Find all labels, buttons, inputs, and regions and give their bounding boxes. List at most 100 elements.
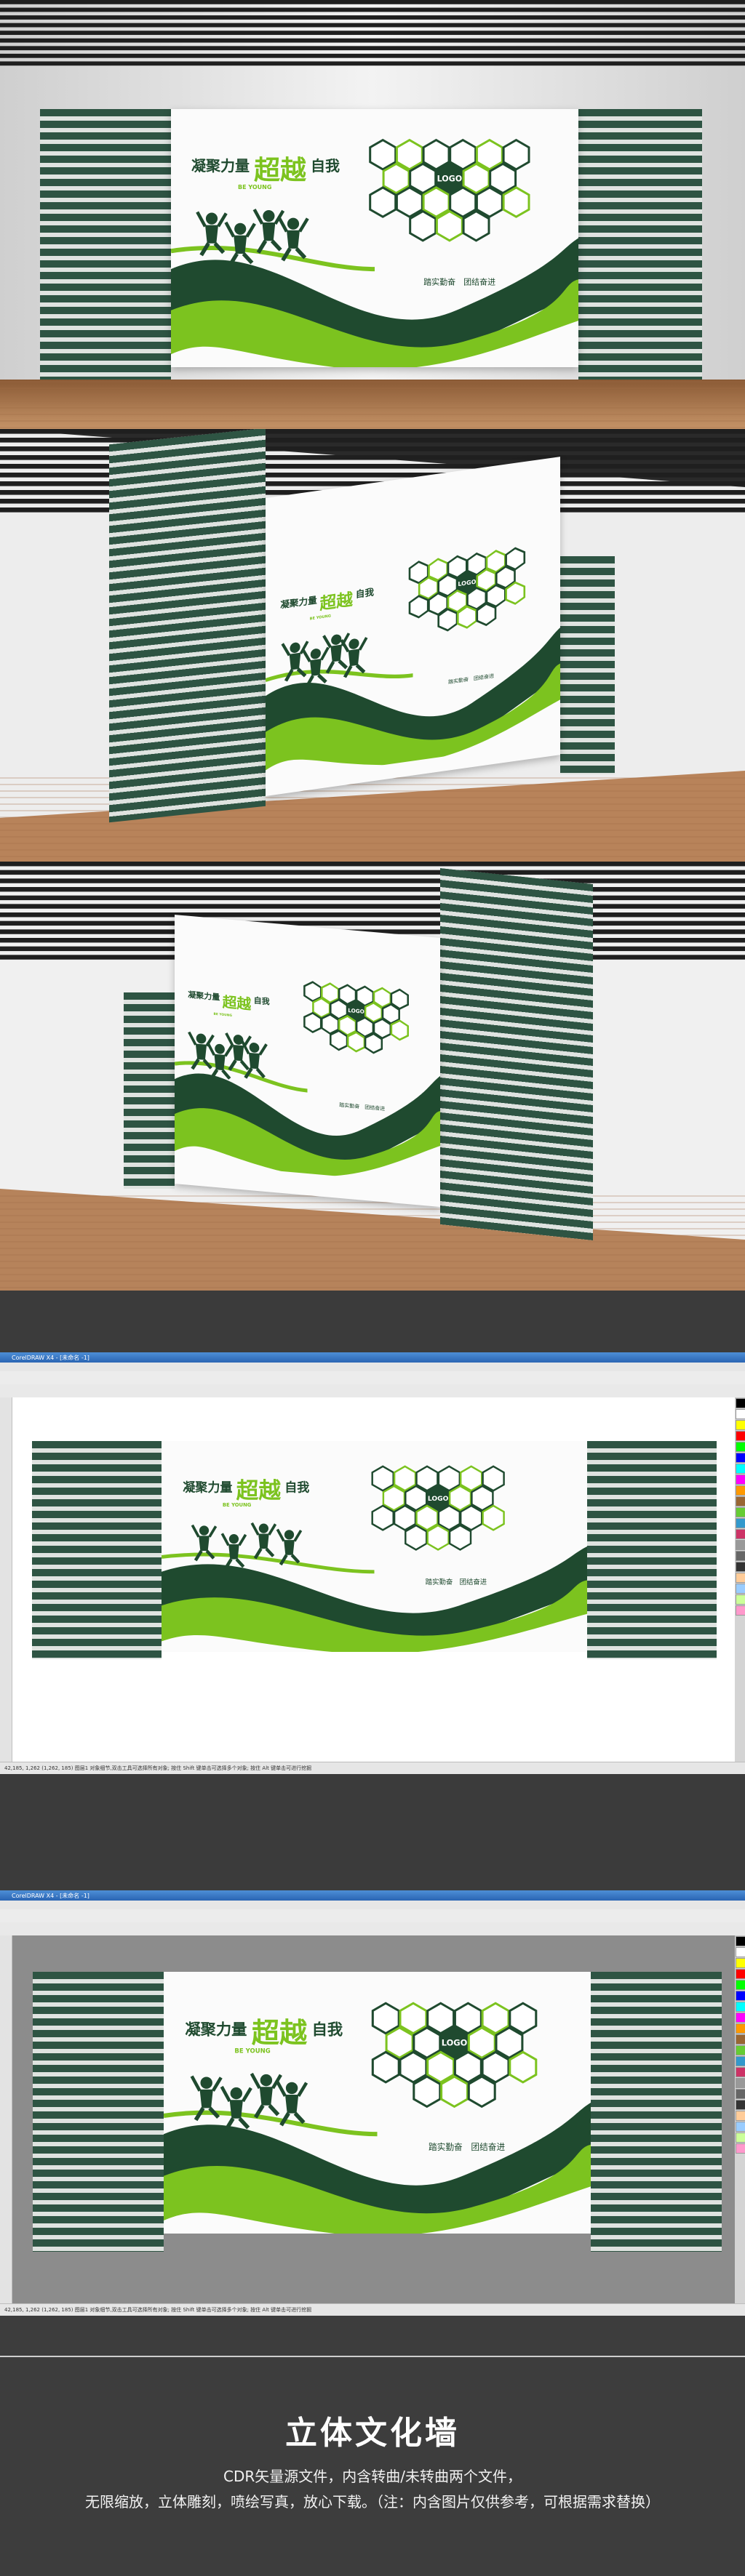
palette-swatch[interactable] (736, 1518, 745, 1528)
slogan-right: 自我 (312, 2020, 343, 2039)
hexagon-photo-frame (422, 138, 450, 171)
stripe-panel-left (40, 109, 171, 380)
standard-toolbar[interactable] (0, 1909, 745, 1923)
footer: 立体文化墙 CDR矢量源文件，内含转曲/未转曲两个文件， 无限缩放，立体雕刻，喷… (0, 2316, 745, 2576)
hexagon-photo-frame (371, 1465, 394, 1492)
palette-swatch[interactable] (736, 1485, 745, 1496)
slogan-left: 凝聚力量 (185, 2020, 247, 2039)
hexagon-photo-frame (449, 138, 477, 171)
hexagon-photo-frame (369, 138, 397, 171)
hexagon-photo-frame (509, 2002, 538, 2035)
slogan-sub: BE YOUNG (214, 1012, 233, 1018)
wall-graphic: 凝聚力量 超越 自我BE YOUNGLOGO踏实勤奋 团结奋进 (162, 1465, 587, 1652)
toolbox[interactable] (0, 1397, 12, 1762)
slogan-left: 凝聚力量 (191, 157, 250, 174)
hexagon-photo-frame (482, 1465, 505, 1492)
hexagon-photo-frame (467, 2026, 496, 2060)
toolbox[interactable] (0, 1935, 12, 2304)
palette-swatch[interactable] (736, 2067, 745, 2077)
palette-swatch[interactable] (736, 1474, 745, 1485)
culture-wall-board: 凝聚力量 超越 自我 BE YOUNG LOGO 踏实勤奋 团结奋进 (266, 457, 560, 796)
palette-swatch[interactable] (736, 1605, 745, 1616)
palette-swatch[interactable] (736, 2034, 745, 2045)
hexagon-photo-frame (393, 1465, 417, 1492)
palette-swatch[interactable] (736, 1496, 745, 1506)
palette-swatch[interactable] (736, 1958, 745, 1968)
palette-swatch[interactable] (736, 1969, 745, 1979)
hexagon-photo-frame (475, 138, 503, 171)
wall-graphic: 凝聚力量 超越 自我BE YOUNGLOGO踏实勤奋 团结奋进 (171, 138, 578, 367)
color-palette[interactable] (735, 1397, 745, 1762)
palette-swatch[interactable] (736, 2132, 745, 2143)
palette-swatch[interactable] (736, 1409, 745, 1419)
palette-swatch[interactable] (736, 2100, 745, 2110)
jumping-person-icon (220, 1533, 247, 1570)
separator (0, 1291, 745, 1352)
palette-swatch[interactable] (736, 2111, 745, 2121)
palette-swatch[interactable] (736, 1507, 745, 1517)
stripe-panel-right (591, 1972, 722, 2252)
logo-text: LOGO (428, 1495, 449, 1503)
stripe-panel-right (440, 867, 593, 1241)
jumping-person-icon (252, 208, 285, 254)
hexagon-photo-frame (405, 1485, 428, 1512)
hexagon-photo-frame (413, 2075, 442, 2108)
slogan-right: 自我 (311, 157, 340, 174)
palette-swatch[interactable] (736, 1540, 745, 1550)
palette-swatch[interactable] (736, 2143, 745, 2154)
stripe-panel-right (578, 109, 702, 380)
coreldraw-window-1: CorelDRAW X4 - [未命名 -1] 凝聚力量 超越 自我 BE YOUNG… (0, 1352, 745, 1774)
palette-swatch[interactable] (736, 1529, 745, 1539)
palette-swatch[interactable] (736, 1453, 745, 1463)
palette-swatch[interactable] (736, 1991, 745, 2001)
palette-swatch[interactable] (736, 2056, 745, 2066)
wall-graphic: 凝聚力量 超越 自我BE YOUNGLOGO踏实勤奋 团结奋进 (266, 547, 560, 771)
palette-swatch[interactable] (736, 1947, 745, 1957)
hexagon-photo-frame (415, 1504, 439, 1531)
hexagon-photo-frame (481, 2050, 510, 2084)
hexagon-photo-frame (395, 138, 423, 171)
hexagon-photo-frame (393, 1504, 417, 1531)
tagline: 踏实勤奋 团结奋进 (339, 1102, 385, 1112)
hexagon-photo-frame (475, 186, 503, 218)
palette-swatch[interactable] (736, 1551, 745, 1561)
palette-swatch[interactable] (736, 2013, 745, 2023)
palette-swatch[interactable] (736, 1936, 745, 1946)
hexagon-photo-frame (435, 209, 463, 242)
hexagon-photo-frame (437, 1504, 461, 1531)
palette-swatch[interactable] (736, 2023, 745, 2034)
palette-swatch[interactable] (736, 2078, 745, 2088)
palette-swatch[interactable] (736, 1420, 745, 1430)
palette-swatch[interactable] (736, 2045, 745, 2055)
jumping-person-icon (220, 2085, 252, 2132)
palette-swatch[interactable] (736, 1442, 745, 1452)
title-bar: CorelDRAW X4 - [未命名 -1] (0, 1890, 745, 1901)
palette-swatch[interactable] (736, 1594, 745, 1605)
wall-graphic: 凝聚力量 超越 自我BE YOUNGLOGO踏实勤奋 团结奋进 (164, 2002, 591, 2234)
hexagon-photo-frame (426, 2050, 455, 2084)
tagline: 踏实勤奋 团结奋进 (429, 2142, 506, 2152)
standard-toolbar[interactable] (0, 1371, 745, 1385)
wall-graphic: 凝聚力量 超越 自我BE YOUNGLOGO踏实勤奋 团结奋进 (175, 981, 440, 1176)
palette-swatch[interactable] (736, 1398, 745, 1408)
palette-swatch[interactable] (736, 1573, 745, 1583)
canvas-area[interactable]: 凝聚力量 超越 自我 BE YOUNG LOGO 踏实勤奋 团结奋进 (12, 1935, 735, 2304)
property-bar[interactable] (0, 1922, 745, 1936)
palette-swatch[interactable] (736, 2002, 745, 2012)
color-palette[interactable] (735, 1935, 745, 2304)
palette-swatch[interactable] (736, 1464, 745, 1474)
palette-swatch[interactable] (736, 1431, 745, 1441)
footer-line-1: CDR矢量源文件，内含转曲/未转曲两个文件， (223, 2468, 522, 2485)
property-bar[interactable] (0, 1384, 745, 1398)
palette-swatch[interactable] (736, 1980, 745, 1990)
slogan-sub: BE YOUNG (223, 1502, 252, 1508)
slogan-big: 超越 (252, 2017, 308, 2050)
palette-swatch[interactable] (736, 2122, 745, 2132)
palette-swatch[interactable] (736, 1562, 745, 1572)
logo-text: LOGO (348, 1007, 364, 1015)
culture-wall-board: 凝聚力量 超越 自我 BE YOUNG LOGO 踏实勤奋 团结奋进 (171, 109, 578, 367)
palette-swatch[interactable] (736, 2089, 745, 2099)
canvas-area[interactable]: 凝聚力量 超越 自我 BE YOUNG LOGO 踏实勤奋 团结奋进 (12, 1397, 735, 1762)
stripe-panel-right (587, 1441, 717, 1659)
palette-swatch[interactable] (736, 1584, 745, 1594)
